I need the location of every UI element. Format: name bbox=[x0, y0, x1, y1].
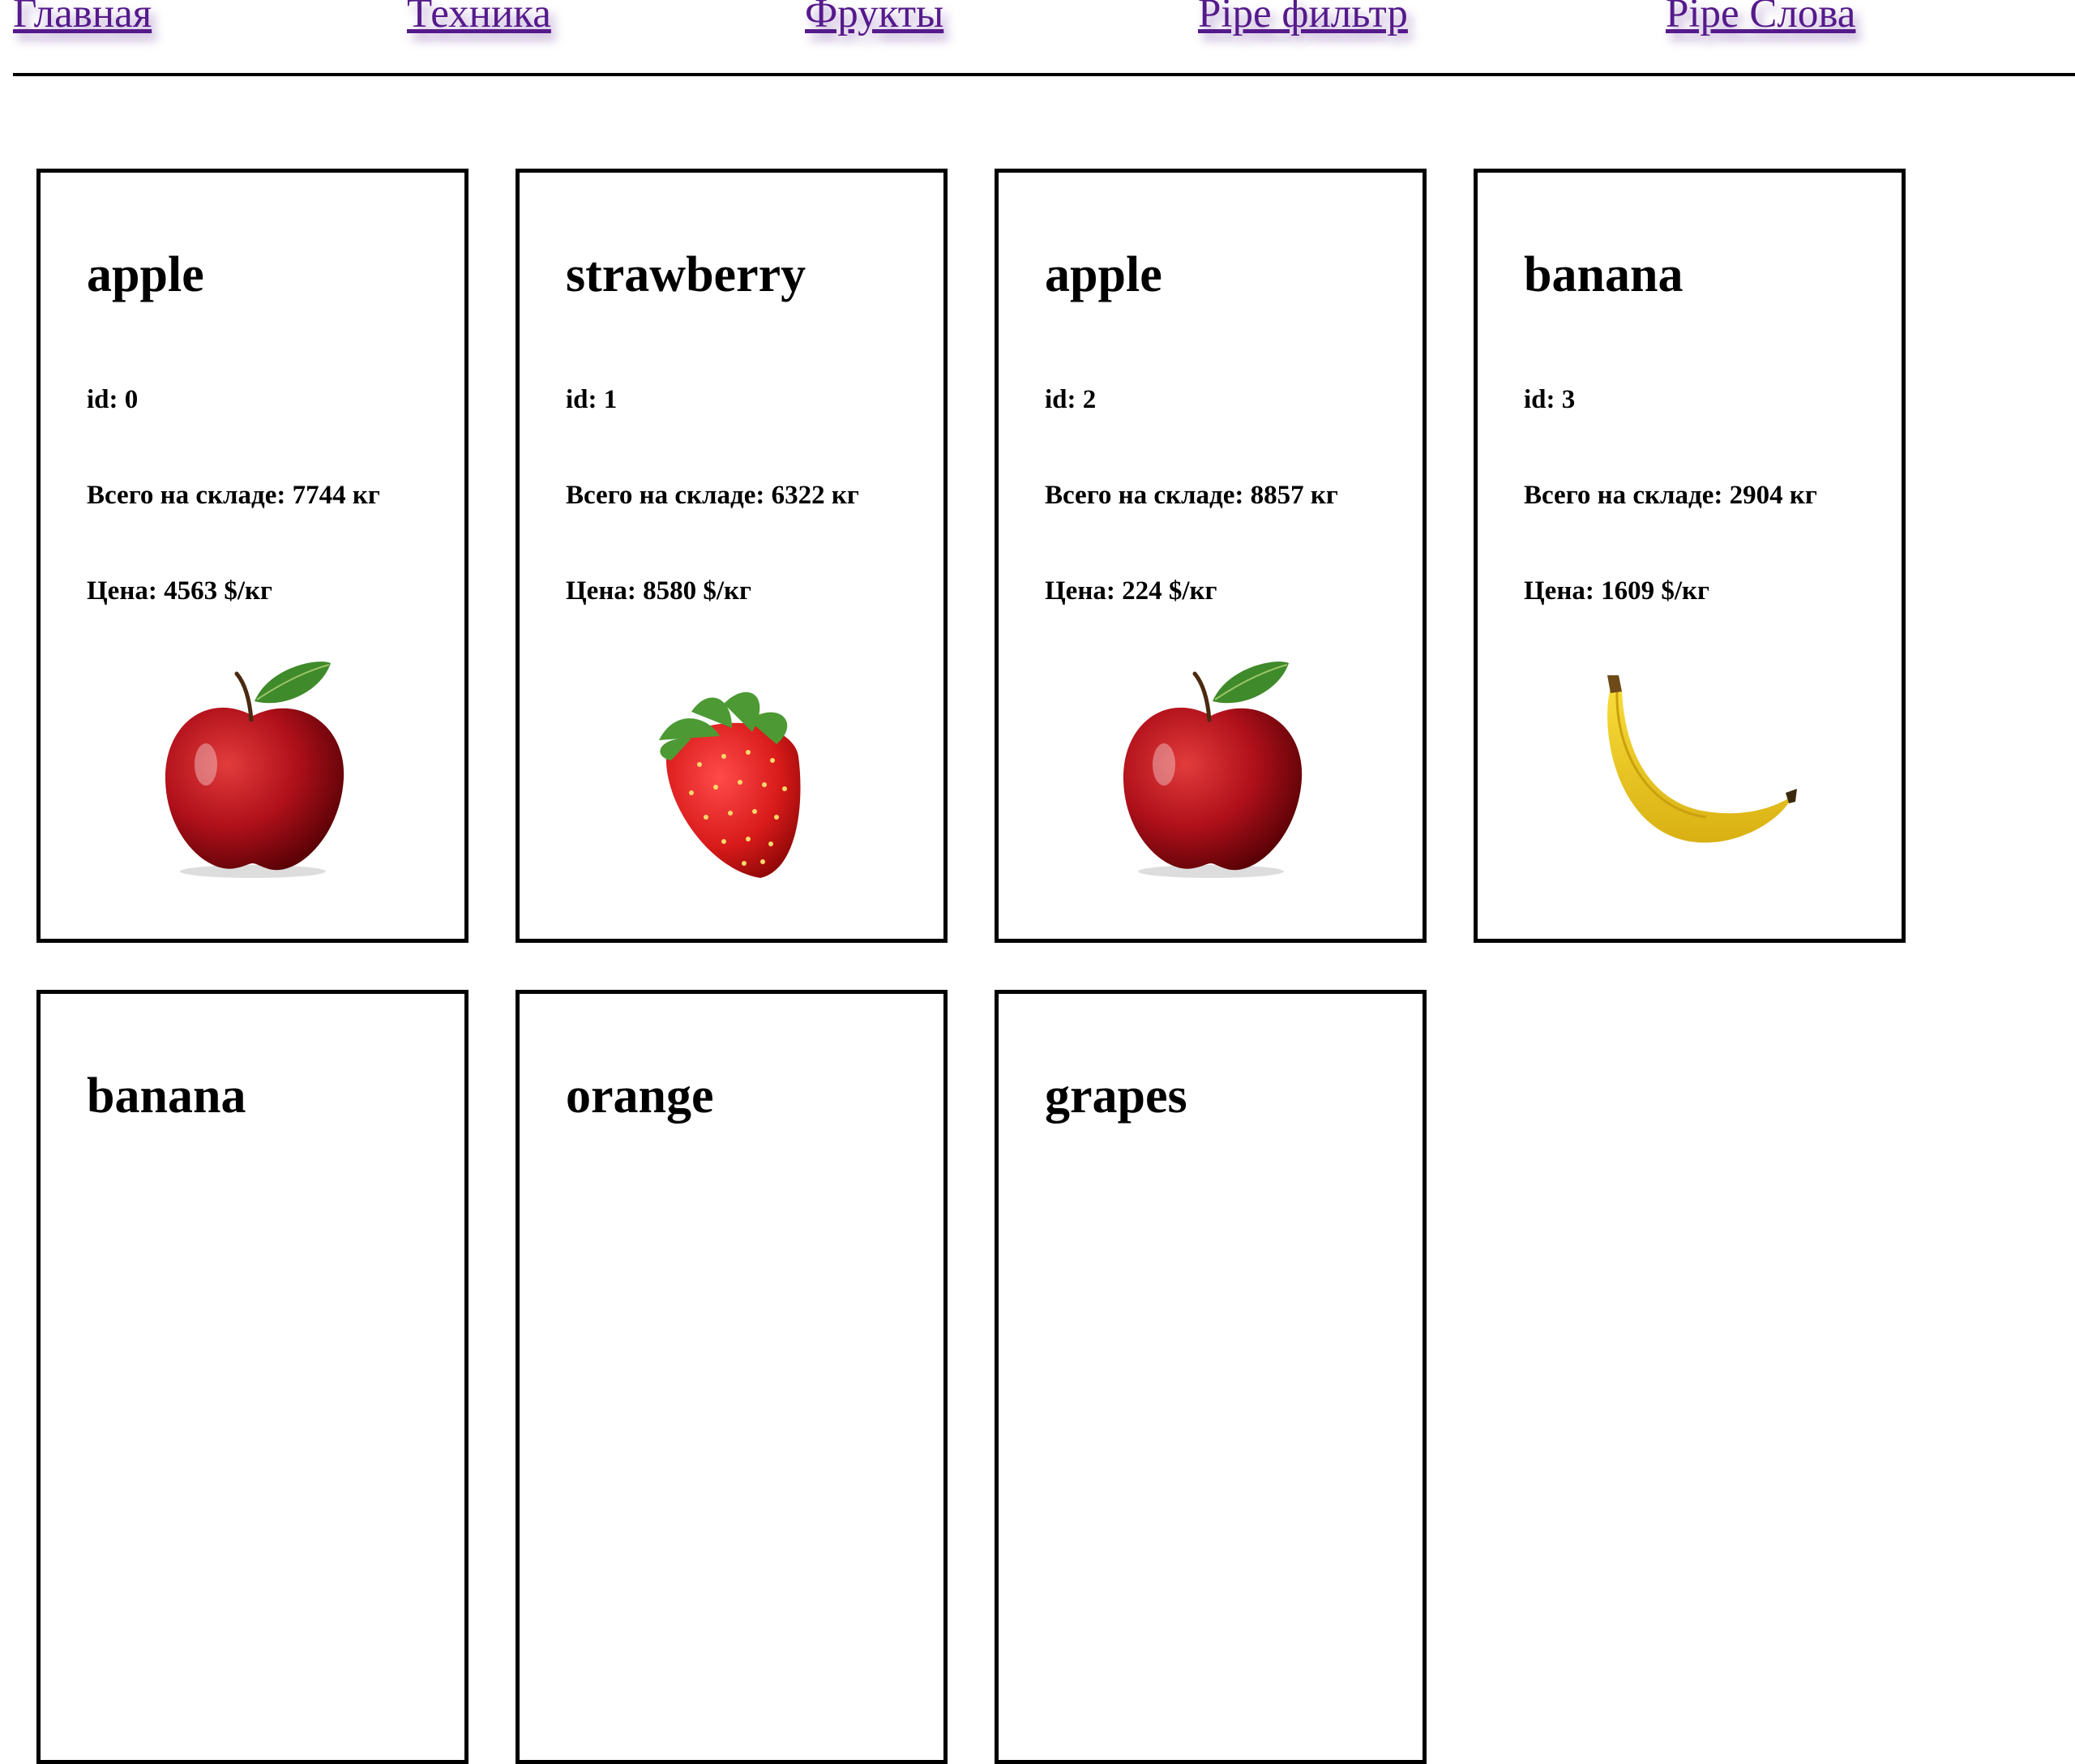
nav-link-fruits[interactable]: Фрукты bbox=[805, 0, 943, 37]
apple-image bbox=[41, 643, 464, 886]
nav-link-pipe-words[interactable]: Pipe Слова bbox=[1666, 0, 1855, 37]
product-name: strawberry bbox=[566, 247, 806, 302]
product-name: apple bbox=[87, 247, 204, 302]
product-price: Цена: 8580 $/кг bbox=[566, 576, 751, 606]
product-card: apple id: 2 Всего на складе: 8857 кг Цен… bbox=[995, 169, 1427, 943]
product-id: id: 1 bbox=[566, 385, 618, 414]
product-price: Цена: 224 $/кг bbox=[1045, 576, 1217, 606]
product-stock: Всего на складе: 2904 кг bbox=[1524, 481, 1817, 510]
product-card: grapes bbox=[995, 990, 1427, 1764]
banana-image bbox=[1478, 643, 1902, 886]
nav-link-home[interactable]: Главная bbox=[13, 0, 152, 37]
product-id: id: 2 bbox=[1045, 385, 1097, 414]
product-name: orange bbox=[566, 1068, 714, 1124]
product-stock: Всего на складе: 8857 кг bbox=[1045, 481, 1338, 510]
product-id: id: 3 bbox=[1524, 385, 1576, 414]
product-card: banana id: 3 Всего на складе: 2904 кг Це… bbox=[1474, 169, 1906, 943]
product-card: orange bbox=[516, 990, 948, 1764]
product-card: banana bbox=[36, 990, 468, 1764]
strawberry-image bbox=[520, 643, 943, 886]
product-price: Цена: 1609 $/кг bbox=[1524, 576, 1709, 606]
product-name: grapes bbox=[1045, 1068, 1187, 1124]
nav-link-pipe-filter[interactable]: Pipe фильтр bbox=[1198, 0, 1408, 37]
product-name: banana bbox=[87, 1068, 246, 1124]
product-price: Цена: 4563 $/кг bbox=[87, 576, 272, 606]
product-id: id: 0 bbox=[87, 385, 139, 414]
product-name: banana bbox=[1524, 247, 1684, 302]
product-name: apple bbox=[1045, 247, 1162, 302]
product-card: strawberry id: 1 Всего на складе: 6322 к… bbox=[516, 169, 948, 943]
apple-image bbox=[999, 643, 1423, 886]
nav-link-tech[interactable]: Техника bbox=[407, 0, 551, 37]
product-stock: Всего на складе: 6322 кг bbox=[566, 481, 859, 510]
product-card: apple id: 0 Всего на складе: 7744 кг Цен… bbox=[36, 169, 468, 943]
top-navigation: Главная Техника Фрукты Pipe фильтр Pipe … bbox=[13, 0, 2075, 76]
product-stock: Всего на складе: 7744 кг bbox=[87, 481, 380, 510]
